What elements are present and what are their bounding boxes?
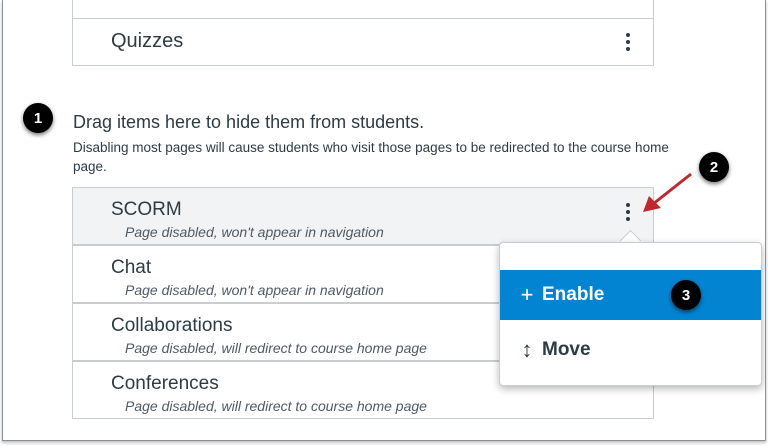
callout-arrow-icon xyxy=(643,172,692,212)
nav-item-status: Page disabled, will redirect to course h… xyxy=(125,398,427,414)
callout-badge-2: 2 xyxy=(699,152,729,182)
nav-item-status: Page disabled, won't appear in navigatio… xyxy=(125,282,384,298)
nav-item-label: Chat xyxy=(111,257,152,278)
nav-item-partial[interactable] xyxy=(72,0,654,19)
kebab-menu-icon[interactable] xyxy=(618,30,638,54)
nav-item-label: SCORM xyxy=(111,199,182,220)
nav-item-status: Page disabled, will redirect to course h… xyxy=(125,340,427,356)
menu-item-move[interactable]: ↕ Move xyxy=(500,325,761,375)
options-menu: + Enable ↕ Move xyxy=(499,242,762,386)
menu-item-label: Move xyxy=(542,339,591,360)
menu-item-label: Enable xyxy=(542,284,605,305)
hidden-section-heading: Drag items here to hide them from studen… xyxy=(73,112,425,132)
nav-item-label: Conferences xyxy=(111,373,219,394)
nav-item-scorm[interactable]: SCORM Page disabled, won't appear in nav… xyxy=(72,187,654,245)
callout-badge-1: 1 xyxy=(23,103,53,133)
nav-item-status: Page disabled, won't appear in navigatio… xyxy=(125,224,384,240)
nav-item-label: Collaborations xyxy=(111,315,233,336)
screenshot-frame: Quizzes 1 Drag items here to hide them f… xyxy=(2,0,766,441)
up-down-arrow-icon: ↕ xyxy=(521,337,533,362)
hidden-section-description: Disabling most pages will cause students… xyxy=(73,140,669,174)
menu-item-enable[interactable]: + Enable xyxy=(500,270,761,320)
kebab-menu-icon[interactable] xyxy=(618,200,638,224)
enabled-nav-list: Quizzes xyxy=(72,0,654,66)
plus-icon: + xyxy=(520,282,534,307)
nav-item-label: Quizzes xyxy=(111,30,184,52)
nav-item-quizzes[interactable]: Quizzes xyxy=(72,18,654,66)
callout-badge-3: 3 xyxy=(671,280,701,310)
